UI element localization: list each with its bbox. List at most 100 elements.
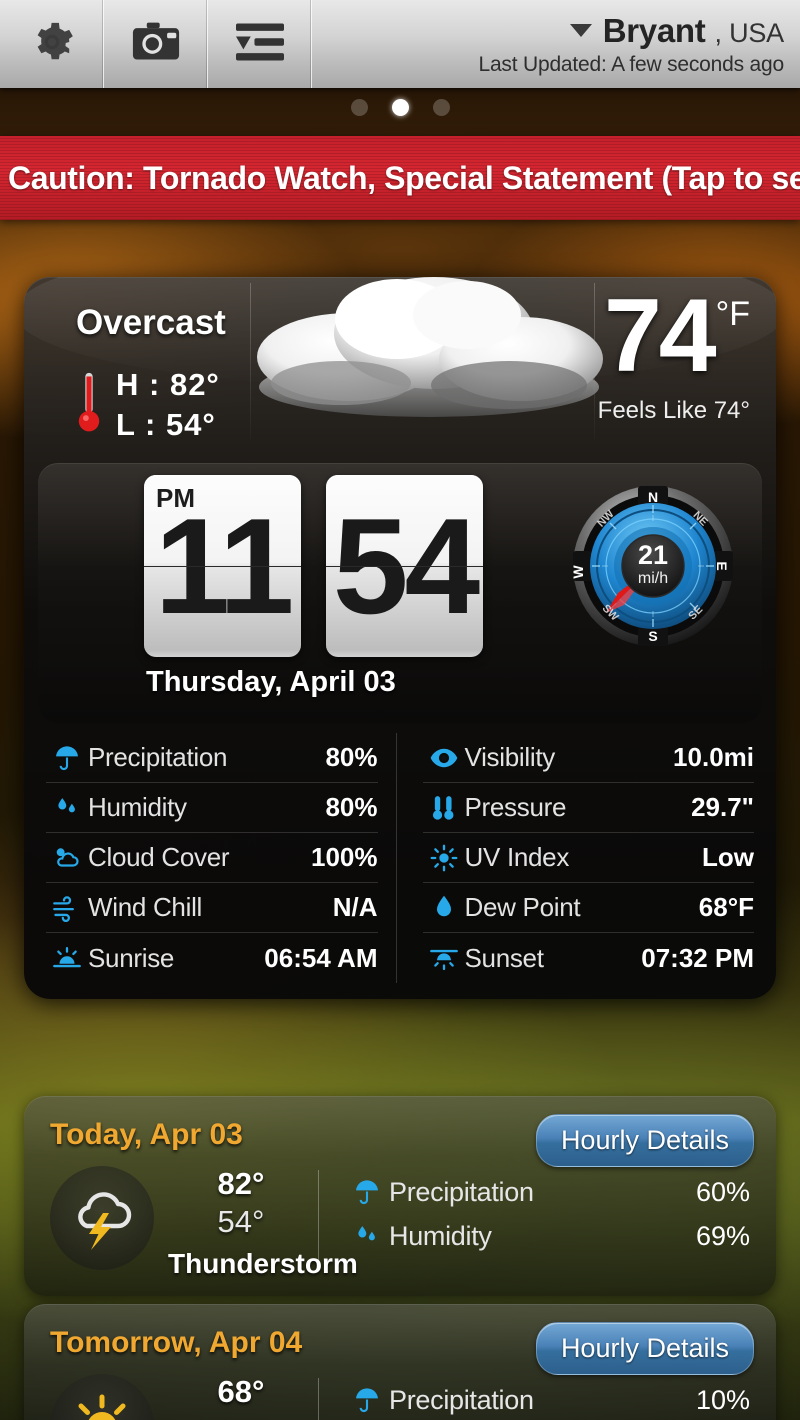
low-value: 54° (165, 406, 216, 442)
forecast-stat-value: 10% (695, 1384, 750, 1415)
eye-icon (423, 745, 465, 771)
detail-row-uv-index: UV Index Low (422, 833, 754, 883)
detail-row-sunset: Sunset 07:32 PM (423, 933, 754, 983)
page-indicator (0, 99, 800, 116)
top-toolbar: Bryant , USA Last Updated: A few seconds… (0, 0, 800, 88)
list-button[interactable] (208, 0, 312, 88)
current-condition-block: Overcast H : 82° L: 54° (76, 303, 226, 444)
sun-icon (50, 1374, 154, 1420)
thermometer-icon (76, 371, 102, 438)
detail-value: 100% (311, 842, 378, 872)
compass-e: E (714, 561, 730, 570)
detail-value: 29.7" (691, 792, 754, 822)
details-column-left: Precipitation 80% Humidity 80% Cloud Cov… (46, 733, 397, 983)
clock-block[interactable]: PM 11 54 Thursday, April 03 21 mi/h N S … (38, 463, 762, 723)
detail-label: Cloud Cover (88, 842, 230, 872)
wind-icon (46, 894, 88, 922)
forecast-stat-precipitation: Precipitation 60% (345, 1170, 750, 1214)
forecast-body: 82° 54° Thunderstorm Precipitation 60% H… (50, 1166, 750, 1280)
detail-label: Sunrise (88, 942, 175, 973)
details-column-right: Visibility 10.0mi Pressure 29.7" UV Inde… (397, 733, 754, 983)
gear-icon (29, 19, 75, 70)
detail-row-dew-point: Dew Point 68°F (422, 883, 754, 933)
page-dot-3[interactable] (432, 99, 450, 116)
detail-row-pressure: Pressure 29.7" (422, 783, 754, 833)
droplets-icon (345, 1222, 389, 1250)
detail-value: 06:54 AM (264, 942, 378, 973)
forecast-temps: 68° (168, 1374, 314, 1418)
page-dot-2[interactable] (391, 99, 409, 116)
wind-speed-value: 21 (638, 540, 668, 570)
hourly-details-button[interactable]: Hourly Details (535, 1322, 754, 1375)
sun-icon (423, 844, 465, 872)
hourly-details-button[interactable]: Hourly Details (535, 1114, 754, 1167)
detail-row-precipitation: Precipitation 80% (46, 733, 378, 783)
umbrella-icon (345, 1178, 389, 1206)
forecast-condition: Thunderstorm (168, 1248, 358, 1279)
droplet-icon (423, 894, 465, 922)
forecast-card-tomorrow[interactable]: Tomorrow, Apr 04 Hourly Details 68° Prec… (24, 1304, 776, 1420)
camera-button[interactable] (104, 0, 208, 88)
forecast-stat-label: Humidity (389, 1220, 492, 1251)
detail-value: N/A (332, 892, 378, 922)
detail-label: Visibility (464, 742, 556, 772)
detail-row-cloud-cover: Cloud Cover 100% (46, 833, 378, 883)
detail-label: Humidity (88, 792, 187, 822)
detail-row-visibility: Visibility 10.0mi (422, 733, 754, 783)
umbrella-icon (46, 744, 88, 772)
forecast-stats: Precipitation 10% (345, 1378, 750, 1420)
location-selector[interactable]: Bryant , USA Last Updated: A few seconds… (478, 0, 800, 88)
high-low-block: H : 82° L : 54° (76, 365, 226, 444)
detail-label: UV Index (464, 842, 570, 872)
detail-label: Precipitation (88, 742, 228, 772)
compass-n: N (648, 489, 658, 505)
weather-alert-text: Caution: Tornado Watch, Special Statemen… (8, 159, 800, 196)
low-temp-line: L : 54° (116, 405, 220, 445)
detail-value: 68°F (698, 892, 754, 922)
detail-row-wind-chill: Wind Chill N/A (46, 883, 378, 933)
cloud-sun-icon (46, 844, 88, 872)
umbrella-icon (345, 1386, 389, 1414)
page-dot-1[interactable] (350, 99, 368, 116)
detail-label: Dew Point (464, 892, 581, 922)
camera-icon (132, 20, 180, 69)
forecast-stat-label: Precipitation (389, 1384, 534, 1415)
detail-value: Low (702, 842, 754, 872)
high-label: H : (116, 367, 161, 402)
detail-value: 07:32 PM (641, 942, 754, 973)
detail-label: Pressure (464, 792, 567, 822)
forecast-card-today[interactable]: Today, Apr 03 Hourly Details 82° 54° Thu… (24, 1096, 776, 1296)
forecast-temps: 82° 54° Thunderstorm (168, 1166, 358, 1280)
forecast-stat-value: 69% (695, 1220, 750, 1251)
detail-value: 80% (325, 742, 378, 772)
compass-s: S (648, 628, 657, 644)
forecast-stat-precipitation: Precipitation 10% (345, 1378, 750, 1420)
cloud-overcast-icon (229, 277, 619, 447)
compass-w: W (572, 565, 586, 579)
weather-details-grid: Precipitation 80% Humidity 80% Cloud Cov… (24, 733, 776, 983)
current-weather-panel: Overcast H : 82° L: 54° 74 °F Feels Lik… (24, 277, 776, 999)
location-line: Bryant , USA (569, 12, 784, 50)
temperature-line: 74 °F (598, 278, 750, 394)
sunrise-icon (46, 944, 88, 972)
forecast-stat-humidity: Humidity 69% (345, 1214, 750, 1258)
detail-row-sunrise: Sunrise 06:54 AM (46, 933, 378, 983)
last-updated-text: Last Updated: A few seconds ago (478, 52, 784, 76)
forecast-stats: Precipitation 60% Humidity 69% (345, 1170, 750, 1258)
detail-label: Wind Chill (88, 892, 203, 922)
wind-compass[interactable]: 21 mi/h N S W E NW NE SW SE (570, 485, 734, 647)
divider-right (594, 283, 595, 439)
settings-button[interactable] (0, 0, 104, 88)
weather-alert-banner[interactable]: Caution: Tornado Watch, Special Statemen… (0, 136, 800, 220)
current-temperature: 74 (603, 278, 717, 394)
detail-label: Sunset (464, 942, 544, 973)
location-country: , USA (714, 17, 784, 48)
forecast-list: Today, Apr 03 Hourly Details 82° 54° Thu… (24, 1096, 776, 1420)
current-condition-text: Overcast (76, 303, 226, 342)
temperature-unit: °F (715, 295, 750, 333)
detail-row-humidity: Humidity 80% (46, 783, 378, 833)
sunset-icon (423, 944, 465, 972)
high-temp-line: H : 82° (116, 365, 220, 405)
forecast-high: 82° (217, 1166, 265, 1201)
forecast-divider (318, 1170, 319, 1262)
